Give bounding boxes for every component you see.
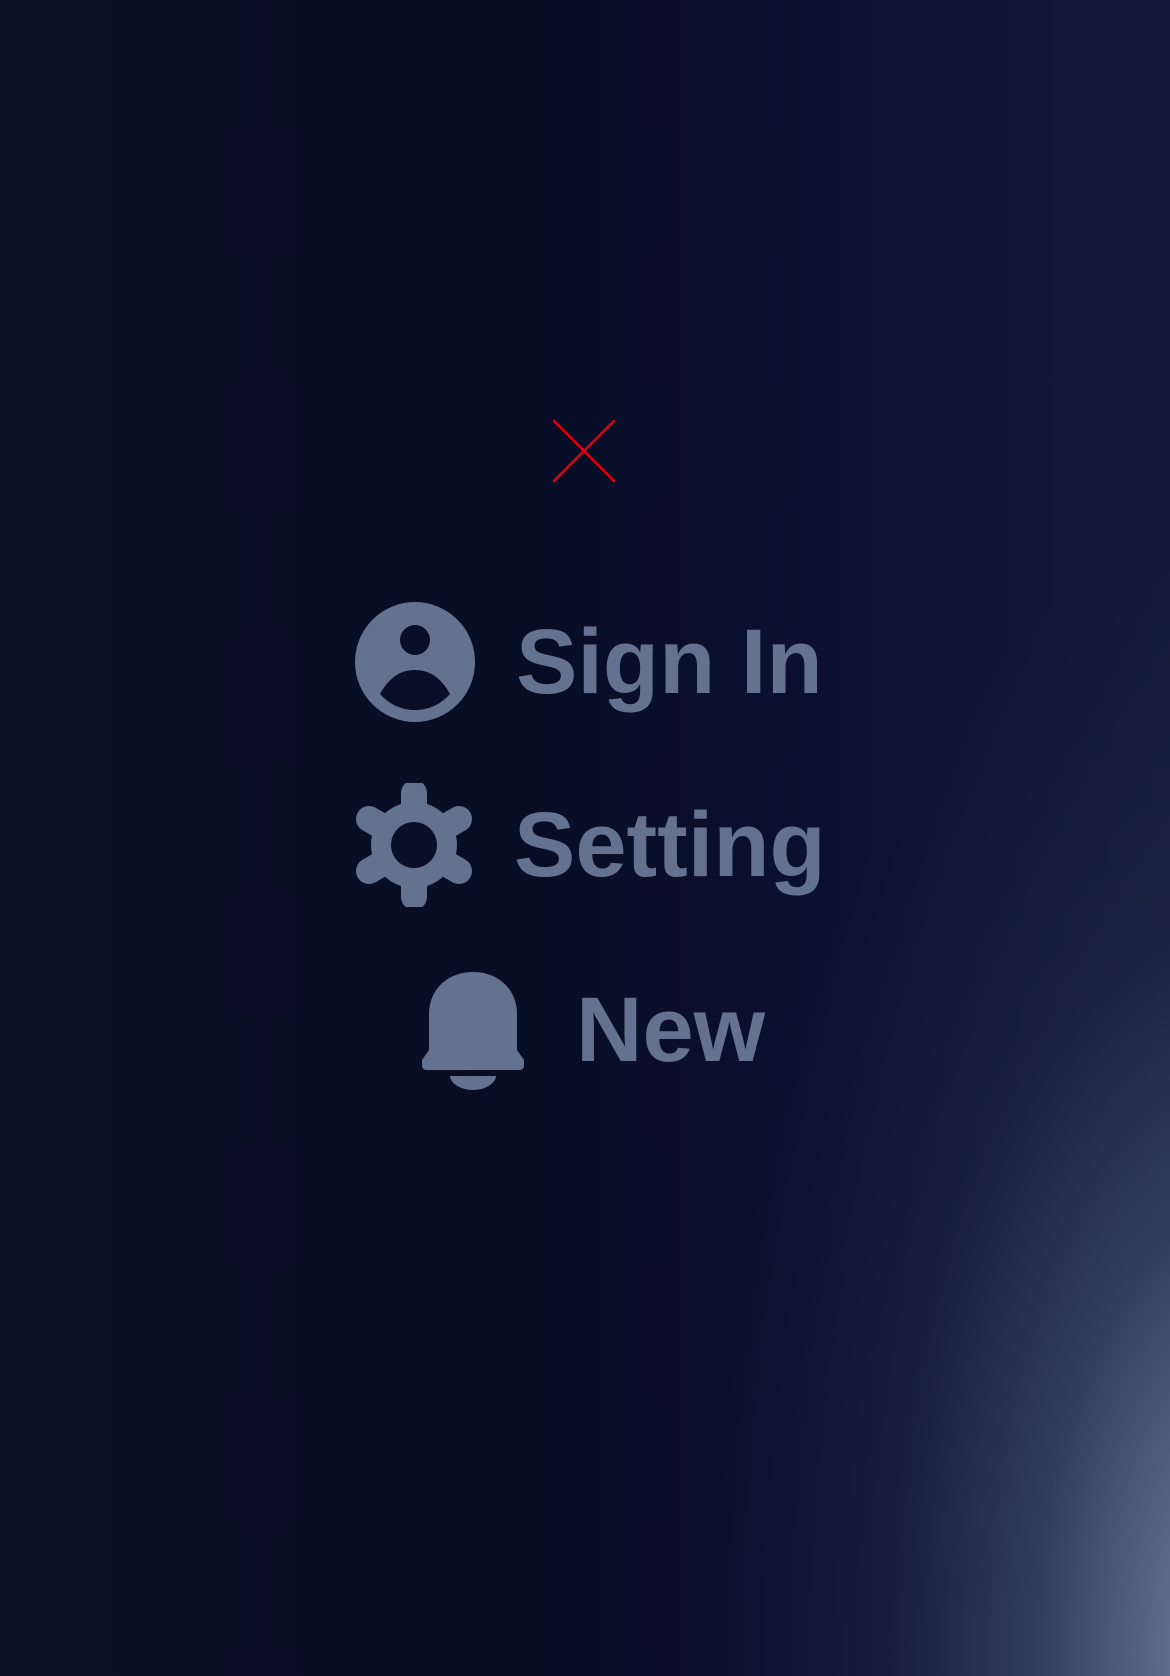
- menu-item-label: New: [576, 979, 766, 1081]
- user-circle-icon: [355, 602, 475, 722]
- menu-item-setting[interactable]: Setting: [352, 782, 826, 908]
- menu-item-label: Setting: [514, 794, 826, 896]
- menu-item-label: Sign In: [516, 611, 823, 713]
- gear-icon: [356, 783, 472, 907]
- menu-item-sign-in[interactable]: Sign In: [354, 600, 823, 724]
- menu-item-new[interactable]: New: [420, 970, 765, 1090]
- bell-icon: [422, 972, 524, 1090]
- close-icon: [552, 419, 616, 483]
- close-button[interactable]: [551, 418, 617, 484]
